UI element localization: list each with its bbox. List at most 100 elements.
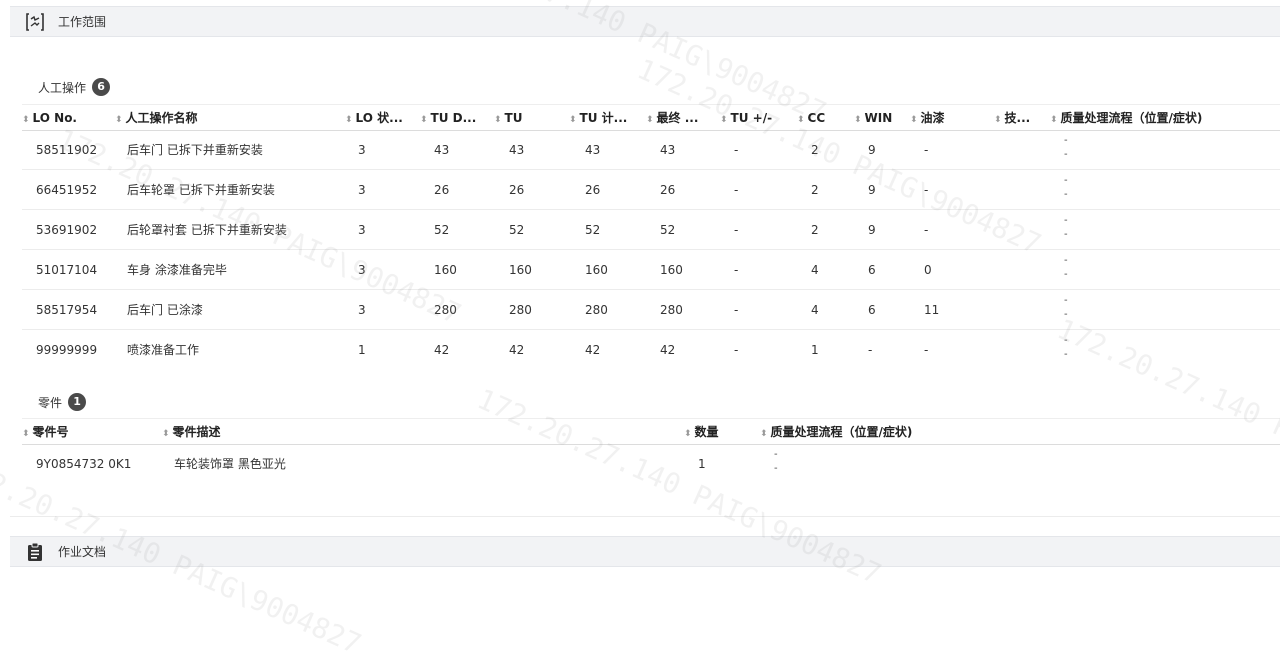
cell-tu: 43	[509, 143, 525, 157]
col-lo-status[interactable]: ⬍ LO 状...	[345, 105, 417, 131]
cell-final: 26	[660, 183, 676, 197]
col-part-no[interactable]: ⬍ 零件号	[22, 419, 152, 445]
cell-labor-name: 后车轮罩 已拆下并重新安装	[127, 183, 275, 197]
cell-tu: 160	[509, 263, 532, 277]
cell-lo-no: 66451952	[36, 183, 98, 197]
sort-icon: ⬍	[994, 115, 1002, 125]
col-quality-process[interactable]: ⬍ 质量处理流程（位置/症状)	[1050, 105, 1280, 131]
sort-icon: ⬍	[854, 115, 862, 125]
col-labor-name[interactable]: ⬍ 人工操作名称	[115, 105, 355, 131]
cell-tu-plus-minus: -	[734, 343, 739, 357]
cell-lo-no: 53691902	[36, 223, 98, 237]
cell-tu-d: 280	[434, 303, 457, 317]
cell-lo-no: 58517954	[36, 303, 98, 317]
col-quantity[interactable]: ⬍ 数量	[684, 419, 754, 445]
cell-final: 160	[660, 263, 683, 277]
cell-tu-calc: 52	[585, 223, 601, 237]
wrench-tool-icon	[24, 11, 46, 33]
cell-cc: 1	[811, 343, 819, 357]
work-scope-title: 工作范围	[58, 15, 107, 29]
cell-paint: -	[924, 143, 929, 157]
sort-icon: ⬍	[646, 115, 654, 125]
cell-cc: 2	[811, 223, 819, 237]
table-row[interactable]: 58517954 后车门 已涂漆 3 280 280 280 280 - 4 6…	[22, 290, 1280, 330]
cell-final: 52	[660, 223, 676, 237]
cell-win: -	[868, 343, 873, 357]
cell-tu-d: 160	[434, 263, 457, 277]
cell-final: 280	[660, 303, 683, 317]
cell-cc: 4	[811, 303, 819, 317]
cell-tu-d: 43	[434, 143, 450, 157]
sort-icon: ⬍	[494, 115, 502, 125]
col-cc[interactable]: ⬍ CC	[797, 105, 849, 131]
cell-cc: 2	[811, 183, 819, 197]
col-paint[interactable]: ⬍ 油漆	[910, 105, 990, 131]
col-tu[interactable]: ⬍ TU	[494, 105, 564, 131]
cell-tu-plus-minus: -	[734, 223, 739, 237]
table-row[interactable]: 9Y0854732 0K1 车轮装饰罩 黑色亚光 1 --	[22, 444, 1280, 484]
sort-icon: ⬍	[345, 115, 353, 125]
cell-tu-plus-minus: -	[734, 263, 739, 277]
col-final[interactable]: ⬍ 最终 ...	[646, 105, 716, 131]
cell-lo-no: 99999999	[36, 343, 98, 357]
table-row[interactable]: 51017104 车身 涂漆准备完毕 3 160 160 160 160 - 4…	[22, 250, 1280, 290]
sort-icon: ⬍	[22, 429, 30, 439]
parts-title: 零件	[38, 395, 63, 410]
col-part-desc[interactable]: ⬍ 零件描述	[162, 419, 462, 445]
cell-tu: 26	[509, 183, 525, 197]
cell-win: 9	[868, 183, 876, 197]
labor-title: 人工操作	[38, 80, 87, 95]
cell-final: 43	[660, 143, 676, 157]
table-row[interactable]: 99999999 喷漆准备工作 1 42 42 42 42 - 1 - - --	[22, 330, 1280, 370]
parts-group-title: 零件 1	[38, 393, 87, 411]
table-row[interactable]: 58511902 后车门 已拆下并重新安装 3 43 43 43 43 - 2 …	[22, 130, 1280, 170]
clipboard-icon	[24, 541, 46, 563]
sort-icon: ⬍	[162, 429, 170, 439]
cell-lo-no: 51017104	[36, 263, 98, 277]
cell-lo-no: 58511902	[36, 143, 98, 157]
parts-count-badge: 1	[68, 393, 87, 411]
cell-win: 9	[868, 223, 876, 237]
sort-icon: ⬍	[420, 115, 428, 125]
cell-tu-plus-minus: -	[734, 143, 739, 157]
cell-quality-process: --	[774, 449, 778, 474]
cell-paint: -	[924, 343, 929, 357]
sort-icon: ⬍	[760, 429, 768, 439]
sort-icon: ⬍	[22, 115, 30, 125]
cell-tu: 42	[509, 343, 525, 357]
cell-quality-process: --	[1064, 135, 1068, 160]
cell-tu-d: 42	[434, 343, 450, 357]
table-row[interactable]: 66451952 后车轮罩 已拆下并重新安装 3 26 26 26 26 - 2…	[22, 170, 1280, 210]
col-tech[interactable]: ⬍ 技...	[994, 105, 1046, 131]
col-tu-plus-minus[interactable]: ⬍ TU +/-	[720, 105, 792, 131]
section-divider	[10, 516, 1280, 517]
col-tu-calc[interactable]: ⬍ TU 计...	[569, 105, 639, 131]
cell-win: 6	[868, 263, 876, 277]
cell-win: 9	[868, 143, 876, 157]
table-row[interactable]: 53691902 后轮罩衬套 已拆下并重新安装 3 52 52 52 52 - …	[22, 210, 1280, 250]
cell-quality-process: --	[1064, 215, 1068, 240]
sort-icon: ⬍	[569, 115, 577, 125]
cell-tu: 52	[509, 223, 525, 237]
cell-lo-status: 1	[358, 343, 366, 357]
documents-header[interactable]: 作业文档	[10, 536, 1280, 567]
col-win[interactable]: ⬍ WIN	[854, 105, 906, 131]
col-lo-no[interactable]: ⬍ LO No.	[22, 105, 112, 131]
sort-icon: ⬍	[1050, 115, 1058, 125]
col-parts-quality-process[interactable]: ⬍ 质量处理流程（位置/症状)	[760, 419, 1020, 445]
labor-count-badge: 6	[92, 78, 111, 96]
cell-cc: 4	[811, 263, 819, 277]
col-tu-d[interactable]: ⬍ TU D...	[420, 105, 490, 131]
work-scope-header[interactable]: 工作范围	[10, 6, 1280, 37]
cell-labor-name: 喷漆准备工作	[127, 343, 200, 357]
labor-table-header: ⬍ LO No. ⬍ 人工操作名称 ⬍ LO 状... ⬍ TU D... ⬍ TU ⬍ T…	[22, 104, 1280, 131]
cell-lo-status: 3	[358, 183, 366, 197]
cell-quality-process: --	[1064, 335, 1068, 360]
cell-quality-process: --	[1064, 295, 1068, 320]
cell-quantity: 1	[698, 457, 706, 471]
cell-tu-calc: 43	[585, 143, 601, 157]
cell-final: 42	[660, 343, 676, 357]
cell-tu-d: 26	[434, 183, 450, 197]
sort-icon: ⬍	[797, 115, 805, 125]
cell-lo-status: 3	[358, 263, 366, 277]
